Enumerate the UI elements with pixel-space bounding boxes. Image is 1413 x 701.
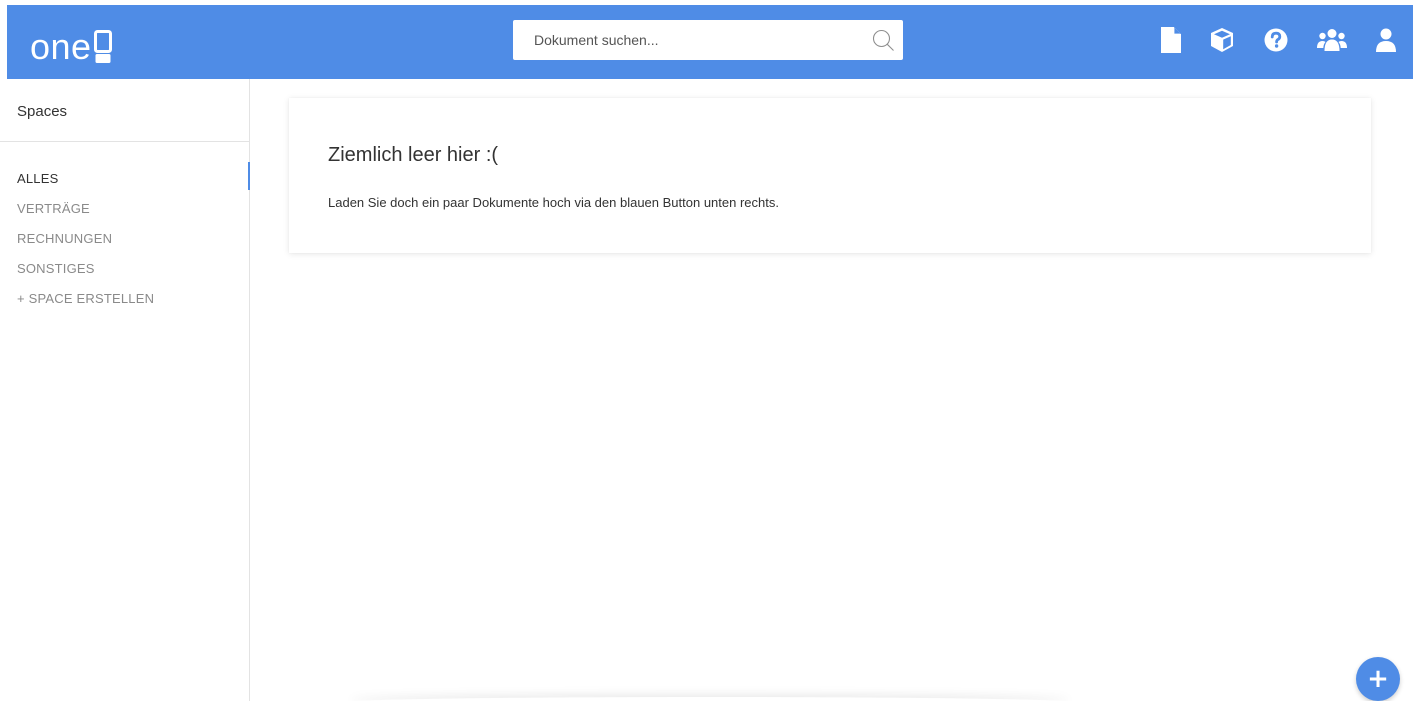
logo[interactable]: one [30,21,112,67]
spaces-list: ALLES VERTRÄGE RECHNUNGEN SONSTIGES + SP… [17,171,154,321]
users-icon[interactable] [1317,27,1347,53]
sidebar-item-sonstiges[interactable]: SONSTIGES [17,261,154,291]
search-input[interactable] [513,20,853,60]
sidebar-item-vertraege[interactable]: VERTRÄGE [17,201,154,231]
top-bar: one [7,5,1413,79]
app-window: one Dokument suchen... Spaces ALLES VERT… [0,0,1413,701]
empty-state-card: Ziemlich leer hier :( Laden Sie doch ein… [289,98,1371,253]
logo-text: one [30,26,92,67]
search-icon[interactable] [871,28,895,52]
user-icon[interactable] [1373,27,1399,53]
sidebar-active-indicator [248,162,250,190]
cube-icon[interactable] [1209,27,1235,53]
create-space-link[interactable]: + SPACE ERSTELLEN [17,291,154,321]
sidebar-item-rechnungen[interactable]: RECHNUNGEN [17,231,154,261]
empty-state-text: Laden Sie doch ein paar Dokumente hoch v… [328,195,779,210]
bottom-panel-shadow [350,697,1070,701]
upload-fab-button[interactable]: + [1356,657,1400,701]
logo-mark-icon [93,30,112,63]
help-icon[interactable] [1263,27,1289,53]
empty-state-title: Ziemlich leer hier :( [328,144,499,166]
search-box [513,20,903,60]
sidebar-divider [0,141,249,142]
sidebar: Spaces ALLES VERTRÄGE RECHNUNGEN SONSTIG… [0,79,250,701]
document-icon[interactable] [1158,27,1184,53]
sidebar-title: Spaces [17,103,68,120]
sidebar-item-alles[interactable]: ALLES [17,171,154,201]
